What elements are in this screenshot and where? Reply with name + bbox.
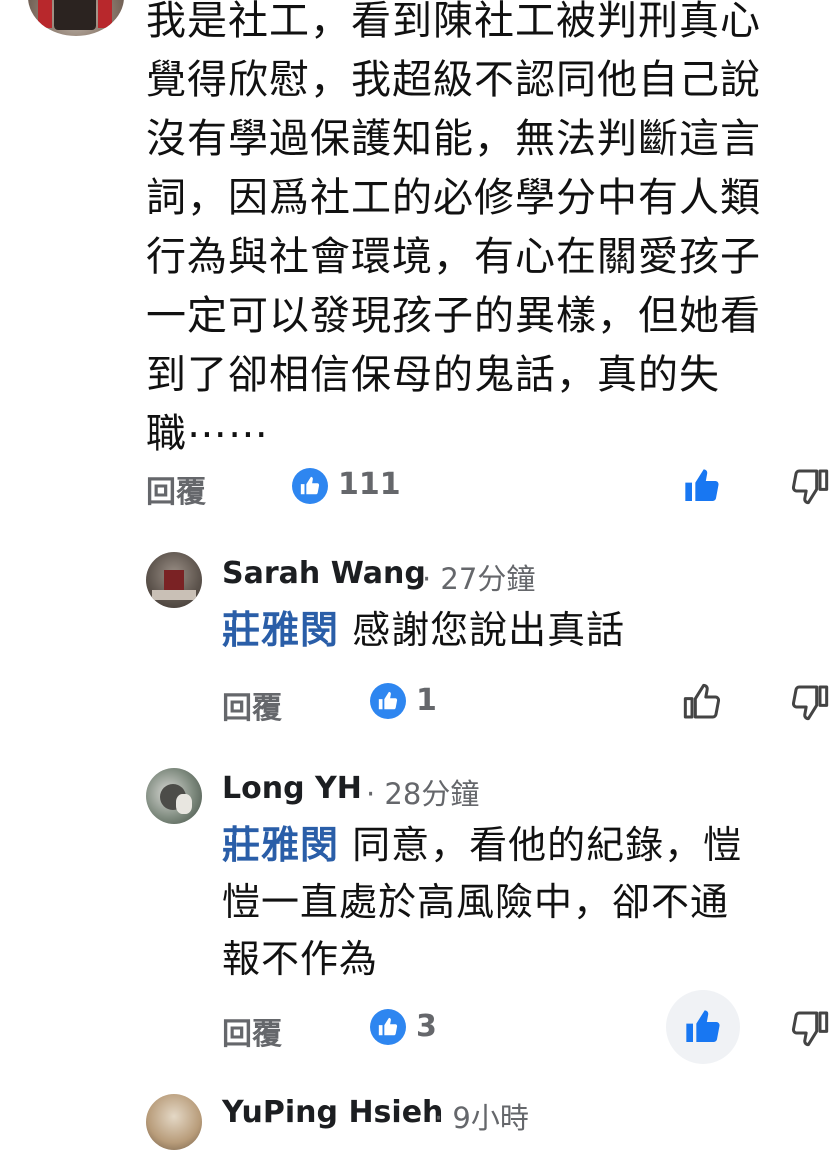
author-name[interactable]: YuPing Hsieh bbox=[222, 1095, 443, 1130]
timestamp[interactable]: · 27分鐘 bbox=[422, 556, 535, 598]
reply-line: 報不作為 bbox=[222, 937, 379, 981]
reply-button[interactable]: 回覆 bbox=[146, 467, 206, 511]
like-icon[interactable] bbox=[680, 680, 724, 724]
reply-line: 感謝您說出真話 bbox=[352, 608, 626, 652]
like-count[interactable]: 1 bbox=[416, 683, 437, 718]
dislike-icon[interactable] bbox=[788, 464, 832, 508]
author-name[interactable]: Long YH bbox=[222, 771, 362, 806]
like-badge-icon bbox=[370, 1009, 406, 1045]
avatar[interactable] bbox=[146, 1094, 202, 1150]
dislike-icon[interactable] bbox=[788, 1006, 832, 1050]
like-icon[interactable] bbox=[666, 990, 740, 1064]
author-name[interactable]: Sarah Wang bbox=[222, 556, 426, 591]
mention-link[interactable]: 莊雅閔 bbox=[222, 608, 339, 652]
reply-line: 愷一直處於高風險中，卻不通 bbox=[222, 880, 730, 924]
timestamp[interactable]: · 9小時 bbox=[434, 1095, 529, 1137]
reply-text: 莊雅閔 感謝您說出真話 bbox=[222, 602, 625, 659]
mention-link[interactable]: 莊雅閔 bbox=[222, 823, 339, 867]
timestamp[interactable]: · 28分鐘 bbox=[366, 771, 479, 813]
dislike-icon[interactable] bbox=[788, 680, 832, 724]
avatar[interactable] bbox=[146, 552, 202, 608]
comment-text: 我是社工，看到陳社工被判刑真心 覺得欣慰，我超級不認同他自己說 沒有學過保護知能… bbox=[146, 0, 761, 457]
reply-button[interactable]: 回覆 bbox=[222, 1009, 282, 1053]
reply-text: 莊雅閔 同意，看他的紀錄，愷 愷一直處於高風險中，卻不通 報不作為 bbox=[222, 817, 822, 988]
like-count[interactable]: 3 bbox=[416, 1009, 437, 1044]
like-count[interactable]: 111 bbox=[338, 467, 401, 502]
like-badge-icon bbox=[370, 683, 406, 719]
reply-line: 同意，看他的紀錄，愷 bbox=[352, 823, 743, 867]
like-icon[interactable] bbox=[680, 464, 724, 508]
avatar[interactable] bbox=[28, 0, 124, 36]
like-badge-icon bbox=[292, 468, 328, 504]
avatar[interactable] bbox=[146, 768, 202, 824]
reply-button[interactable]: 回覆 bbox=[222, 683, 282, 727]
